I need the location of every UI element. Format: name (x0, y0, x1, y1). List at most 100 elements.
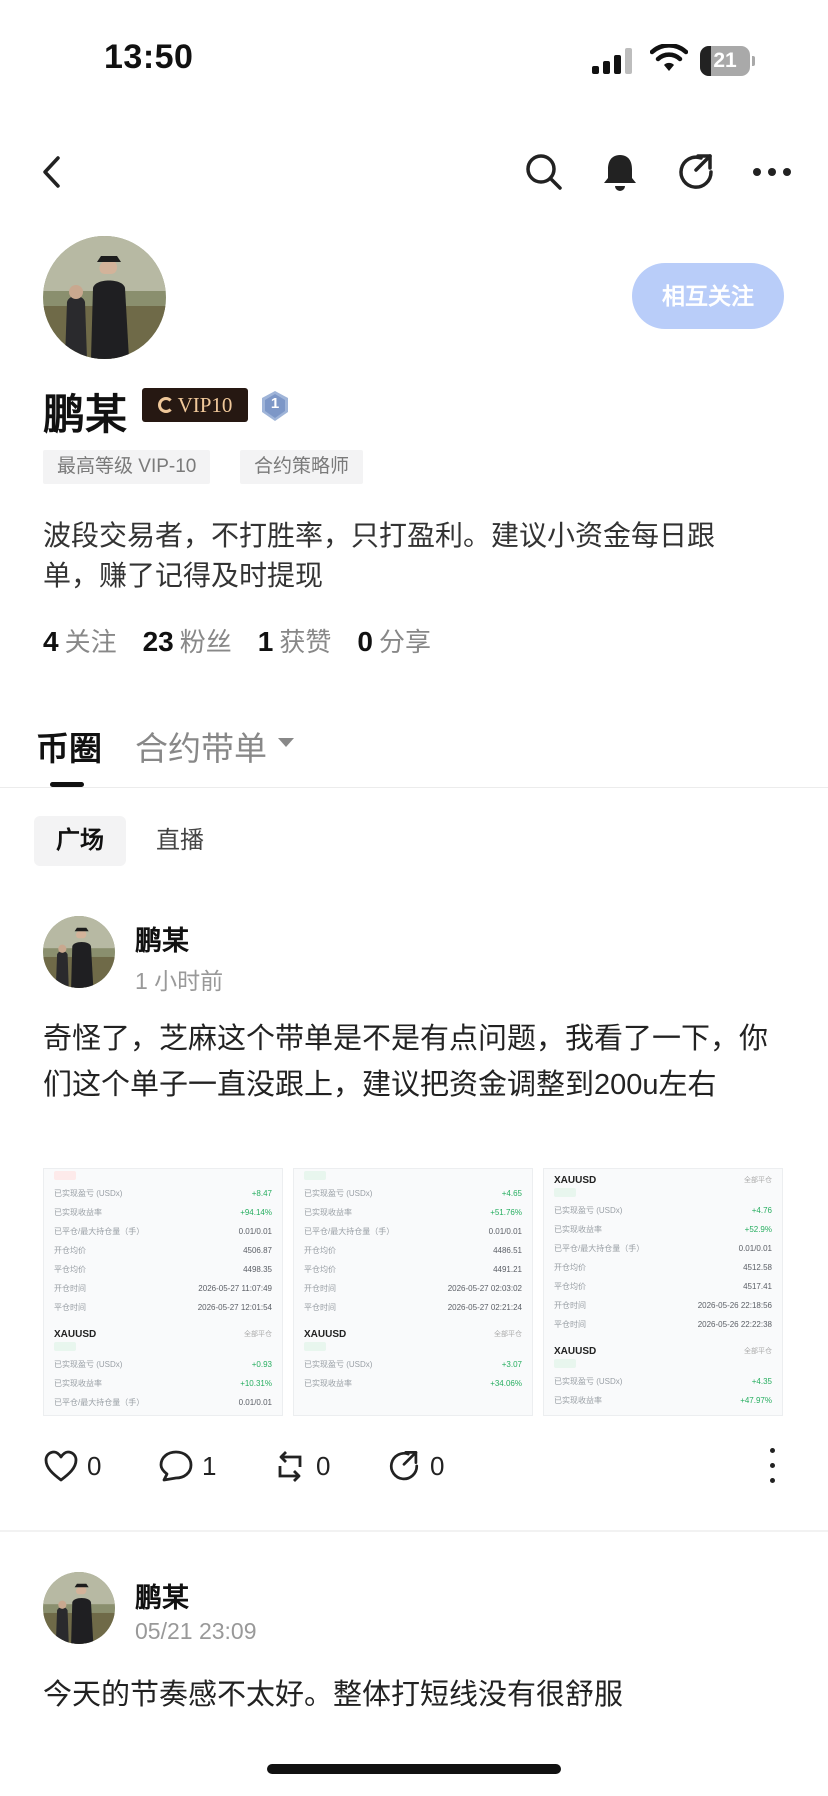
cellular-signal-icon (592, 48, 636, 74)
thumb-row-label: 已实现盈亏 (USDx) (304, 1189, 373, 1198)
thumb-row-label: 开仓均价 (54, 1246, 86, 1255)
thumb-row-label: 平仓时间 (554, 1320, 586, 1329)
comment-action[interactable]: 1 (158, 1446, 216, 1486)
thumb-row: 开仓均价 4506.87 (44, 1241, 282, 1260)
thumb-tag: 全部平仓 (744, 1177, 772, 1184)
thumb-symbol: XAUUSD (554, 1346, 597, 1357)
level-number: 1 (270, 395, 280, 412)
repost-icon (278, 1451, 302, 1482)
thumb-row: 已实现收益率 +47.97% (544, 1391, 782, 1410)
side-badge (54, 1171, 76, 1180)
thumb-row-label: 已平仓/最大持仓量（手） (54, 1227, 145, 1236)
heart-icon (44, 1450, 78, 1482)
thumb-row-label: 平仓时间 (54, 1303, 86, 1312)
thumb-row-value: 0.01/0.01 (488, 1227, 522, 1236)
thumb-row: 已实现盈亏 (USDx) +0.93 (44, 1355, 282, 1374)
thumb-row-value: 2026-05-26 22:18:56 (697, 1301, 772, 1310)
repost-action[interactable]: 0 (272, 1446, 330, 1486)
thumb-row-label: 已实现盈亏 (USDx) (554, 1377, 623, 1386)
thumb-row-value: 4512.58 (743, 1263, 772, 1272)
thumb-row: 已平仓/最大持仓量（手） 0.01/0.01 (44, 1222, 282, 1241)
post-body: 奇怪了，芝麻这个带单是不是有点问题，我看了一下，你们这个单子一直没跟上，建议把资… (43, 1023, 769, 1101)
share-icon[interactable] (672, 148, 720, 196)
thumb-row: 开仓时间 2026-05-27 02:03:02 (294, 1279, 532, 1298)
subtab-plaza[interactable]: 广场 (34, 816, 126, 866)
thumb-row-value: 4491.21 (493, 1265, 522, 1274)
thumb-row: 已实现收益率 +10.31% (44, 1374, 282, 1393)
side-badge (304, 1171, 326, 1180)
comment-icon (159, 1450, 193, 1482)
thumb-row: 平仓时间 2026-05-26 22:22:38 (544, 1315, 782, 1334)
thumb-row-value: +4.76 (751, 1206, 772, 1215)
thumb-tag: 全部平仓 (244, 1331, 272, 1338)
post-avatar[interactable] (43, 916, 115, 988)
forward-icon (389, 1451, 419, 1481)
bell-icon[interactable] (596, 148, 644, 196)
thumb-row: 已实现收益率 +52.9% (544, 1220, 782, 1239)
more-icon[interactable] (748, 148, 796, 196)
thumb-row-value: +51.76% (490, 1208, 522, 1217)
forward-action[interactable]: 0 (386, 1446, 444, 1486)
thumb-row: 平仓均价 4498.35 (44, 1260, 282, 1279)
thumb-row: 已平仓/最大持仓量（手） 0.01/0.01 (294, 1222, 532, 1241)
tab-copy-trading[interactable]: 合约带单 (135, 722, 267, 770)
profile-name: 鹏某 (43, 391, 128, 438)
thumb-row-label: 已平仓/最大持仓量（手） (54, 1398, 145, 1407)
mutual-follow-button[interactable]: 相互关注 (632, 263, 784, 329)
thumb-row-label: 平仓均价 (304, 1265, 336, 1274)
thumb-row-value: 2026-05-27 11:07:49 (198, 1284, 272, 1293)
repost-count: 0 (316, 1450, 331, 1481)
thumb-row-value: 0.01/0.01 (238, 1227, 272, 1236)
thumb-row-label: 已实现收益率 (304, 1379, 352, 1388)
level-shield-icon: 1 (260, 390, 290, 422)
trade-screenshot-thumbnail[interactable]: 已实现盈亏 (USDx) +8.47 已实现收益率 +94.14% 已平仓/最大持仓量（… (43, 1168, 283, 1416)
post-author[interactable]: 鹏某 (135, 1576, 189, 1615)
thumb-row: 已实现盈亏 (USDx) +3.07 (294, 1355, 532, 1374)
thumb-tag: 全部平仓 (494, 1331, 522, 1338)
back-icon[interactable] (28, 148, 76, 196)
home-indicator[interactable] (267, 1764, 561, 1774)
subtab-live[interactable]: 直播 (156, 816, 204, 866)
profile-avatar[interactable] (43, 236, 166, 359)
thumb-row-label: 开仓时间 (554, 1301, 586, 1310)
post-avatar[interactable] (43, 1572, 115, 1644)
thumb-row-label: 已实现收益率 (54, 1208, 102, 1217)
thumb-row-value: +10.31% (240, 1379, 272, 1388)
thumb-row-label: 已实现盈亏 (USDx) (54, 1360, 123, 1369)
tag-max-vip: 最高等级 VIP-10 (43, 450, 211, 484)
thumb-row-label: 已实现收益率 (54, 1379, 102, 1388)
comment-count: 1 (202, 1450, 217, 1481)
kebab-icon[interactable] (770, 1448, 776, 1484)
thumb-row-label: 平仓均价 (554, 1282, 586, 1291)
chevron-down-icon[interactable] (278, 738, 294, 747)
battery-icon: 21 (700, 46, 755, 76)
thumb-row-label: 已平仓/最大持仓量（手） (554, 1244, 645, 1253)
thumb-row: 平仓时间 2026-05-27 12:01:54 (44, 1298, 282, 1317)
search-icon[interactable] (520, 148, 568, 196)
thumb-tag: 全部平仓 (744, 1348, 772, 1355)
trade-screenshot-thumbnail[interactable]: XAUUSD 全部平仓 已实现盈亏 (USDx) +4.76 已实现收益率 +52.9% 已… (543, 1168, 783, 1416)
thumb-row: 已平仓/最大持仓量（手） 0.01/0.01 (544, 1239, 782, 1258)
post-author[interactable]: 鹏某 (135, 919, 189, 958)
profile-stats: 4 关注 23 粉丝 1 获赞 0 分享 (43, 622, 431, 659)
post-body: 今天的节奏感不太好。整体打短线没有很舒服 (43, 1679, 624, 1711)
thumb-row-value: 4506.87 (243, 1246, 272, 1255)
thumb-row-value: 4498.35 (243, 1265, 272, 1274)
thumb-row: 开仓时间 2026-05-26 22:18:56 (544, 1296, 782, 1315)
tab-coin-circle[interactable]: 币圈 (36, 722, 102, 770)
thumb-row-label: 已实现收益率 (554, 1396, 602, 1405)
vip-crown-icon (157, 397, 174, 413)
trade-screenshot-thumbnail[interactable]: 已实现盈亏 (USDx) +4.65 已实现收益率 +51.76% 已平仓/最大持仓量（… (293, 1168, 533, 1416)
thumb-row: 已实现盈亏 (USDx) +4.35 (544, 1372, 782, 1391)
thumb-row-label: 已平仓/最大持仓量（手） (304, 1227, 395, 1236)
like-action[interactable]: 0 (43, 1446, 101, 1486)
thumb-row: 已实现盈亏 (USDx) +4.76 (544, 1201, 782, 1220)
stat-followers[interactable]: 23 粉丝 (143, 622, 232, 659)
thumb-row: 开仓时间 2026-05-27 11:07:49 (44, 1279, 282, 1298)
tag-strategist: 合约策略师 (240, 450, 364, 484)
thumb-row-label: 已实现盈亏 (USDx) (304, 1360, 373, 1369)
battery-percent: 21 (713, 49, 737, 72)
vip-label: VIP10 (177, 392, 233, 417)
stat-following[interactable]: 4 关注 (43, 622, 117, 659)
thumb-row-value: +52.9% (744, 1225, 772, 1234)
